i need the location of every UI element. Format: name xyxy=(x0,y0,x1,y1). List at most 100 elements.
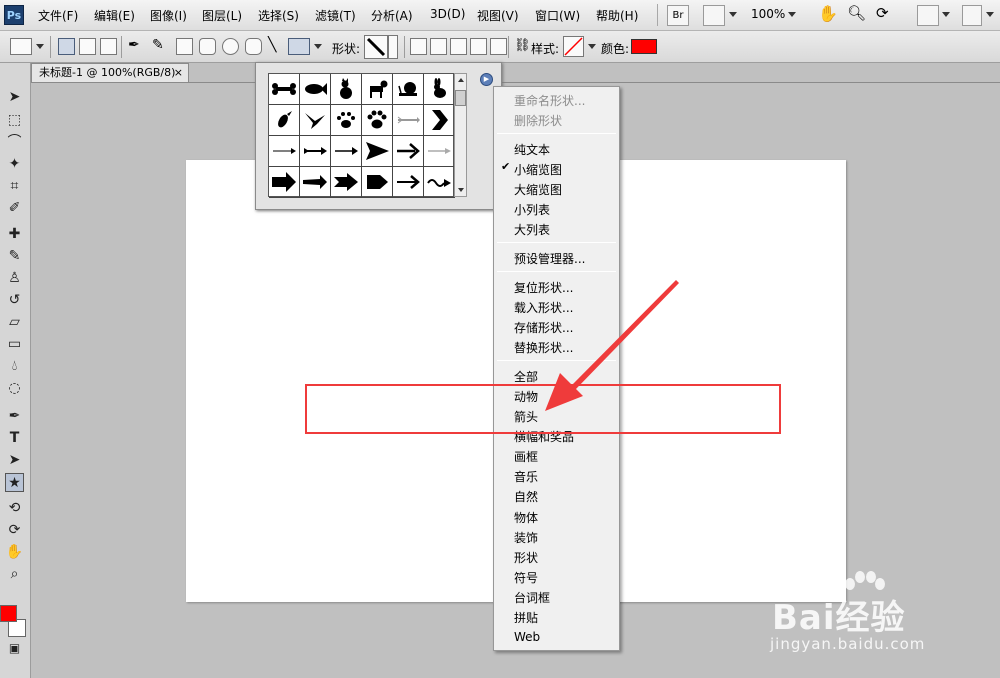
arrow-pentagon-shape[interactable] xyxy=(362,167,393,198)
style-swatch[interactable] xyxy=(563,36,584,57)
clone-stamp-tool-icon[interactable]: ♙ xyxy=(5,269,24,288)
menu-item-large-list[interactable]: 大列表 xyxy=(514,221,550,238)
shape-layers-icon[interactable] xyxy=(58,38,75,55)
subtract-shape-icon[interactable] xyxy=(450,38,467,55)
menu-item-symbols[interactable]: 符号 xyxy=(514,569,538,586)
menu-edit[interactable]: 编辑(E) xyxy=(94,7,135,24)
arrow-line-shape[interactable] xyxy=(331,136,362,167)
exclude-shape-icon[interactable] xyxy=(490,38,507,55)
chevron-down-icon[interactable] xyxy=(36,44,44,49)
brush-tool-icon[interactable]: ✎ xyxy=(5,247,24,266)
marquee-tool-icon[interactable]: ⬚ xyxy=(5,111,24,130)
link-icon[interactable]: ⛓ xyxy=(514,38,531,53)
menu-item-large-thumbnail[interactable]: 大缩览图 xyxy=(514,181,562,198)
close-icon[interactable]: × xyxy=(174,64,183,82)
line-icon[interactable]: ╲ xyxy=(268,37,276,53)
move-tool-icon[interactable]: ➤ xyxy=(5,88,24,107)
bird-shape[interactable] xyxy=(269,105,300,136)
arrow-triangle-shape[interactable] xyxy=(362,136,393,167)
arrow-notched-shape[interactable] xyxy=(331,167,362,198)
fish-shape[interactable] xyxy=(300,74,331,105)
new-shape-layer-icon[interactable] xyxy=(410,38,427,55)
menu-filter[interactable]: 滤镜(T) xyxy=(315,7,356,24)
paw-print-shape[interactable] xyxy=(331,105,362,136)
menu-select[interactable]: 选择(S) xyxy=(258,7,299,24)
arrow-thin-shape[interactable] xyxy=(269,136,300,167)
quick-mask-icon[interactable]: ▣ xyxy=(5,639,24,658)
eraser-tool-icon[interactable]: ▱ xyxy=(5,313,24,332)
foreground-color-swatch[interactable] xyxy=(0,605,17,622)
dog-shape[interactable] xyxy=(362,74,393,105)
arrow-tapered-shape[interactable] xyxy=(300,167,331,198)
arrow-feather-shape[interactable] xyxy=(393,105,424,136)
hand-tool-icon[interactable]: ✋ xyxy=(5,543,24,562)
menu-layer[interactable]: 图层(L) xyxy=(202,7,242,24)
chevron-down-icon[interactable] xyxy=(788,12,796,17)
dove-shape[interactable] xyxy=(300,105,331,136)
zoom-level[interactable]: 100% xyxy=(751,7,785,21)
menu-item-web[interactable]: Web xyxy=(514,630,540,644)
menu-item-ornaments[interactable]: 装饰 xyxy=(514,529,538,546)
intersect-shape-icon[interactable] xyxy=(470,38,487,55)
path-selection-tool-icon[interactable]: ➤ xyxy=(5,451,24,470)
history-brush-tool-icon[interactable]: ↺ xyxy=(5,291,24,310)
paw-print-2-shape[interactable] xyxy=(362,105,393,136)
polygon-icon[interactable] xyxy=(245,38,262,55)
chevron-down-icon[interactable] xyxy=(942,12,950,17)
blur-tool-icon[interactable]: 💧︎ xyxy=(5,357,24,376)
arrow-bold-shape[interactable] xyxy=(393,136,424,167)
menu-item-save-shapes[interactable]: 存储形状... xyxy=(514,319,573,336)
healing-brush-tool-icon[interactable]: ✚ xyxy=(5,225,24,244)
menu-image[interactable]: 图像(I) xyxy=(150,7,187,24)
shape-picker-thumbnail[interactable] xyxy=(364,35,388,59)
arrow-light-shape[interactable] xyxy=(424,136,455,167)
panel-menu-icon[interactable]: ▶ xyxy=(480,73,493,86)
type-tool-icon[interactable]: T xyxy=(5,429,24,448)
arrange-documents-icon[interactable] xyxy=(917,5,939,26)
color-swatch[interactable] xyxy=(631,39,657,54)
zoom-tool-icon[interactable]: ⌕ xyxy=(5,565,24,584)
menu-item-small-list[interactable]: 小列表 xyxy=(514,201,550,218)
menu-help[interactable]: 帮助(H) xyxy=(596,7,638,24)
tool-preset-icon[interactable] xyxy=(10,38,32,55)
scrollbar-thumb[interactable] xyxy=(455,90,466,106)
scroll-up-icon[interactable] xyxy=(458,78,464,82)
cat-shape[interactable] xyxy=(331,74,362,105)
freeform-pen-icon[interactable]: ✎ xyxy=(152,37,164,53)
menu-item-load-shapes[interactable]: 载入形状... xyxy=(514,299,573,316)
3d-orbit-tool-icon[interactable]: ⟳ xyxy=(5,521,24,540)
screen-mode-icon[interactable] xyxy=(962,5,982,26)
menu-item-preset-manager[interactable]: 预设管理器... xyxy=(514,250,585,267)
menu-item-music[interactable]: 音乐 xyxy=(514,468,538,485)
menu-3d[interactable]: 3D(D) xyxy=(430,7,465,21)
menu-view[interactable]: 视图(V) xyxy=(477,7,519,24)
pen-icon[interactable]: ✒ xyxy=(128,37,140,53)
view-extras-icon[interactable] xyxy=(703,5,725,26)
lasso-tool-icon[interactable]: ⌒ xyxy=(5,133,24,152)
menu-item-shapes[interactable]: 形状 xyxy=(514,549,538,566)
rounded-rectangle-icon[interactable] xyxy=(199,38,216,55)
add-to-shape-icon[interactable] xyxy=(430,38,447,55)
menu-analysis[interactable]: 分析(A) xyxy=(371,7,413,24)
3d-rotate-tool-icon[interactable]: ⟲ xyxy=(5,499,24,518)
chevron-arrow-shape[interactable] xyxy=(424,105,455,136)
shape-picker-dropdown[interactable] xyxy=(388,35,398,59)
arrow-curved-shape[interactable] xyxy=(393,167,424,198)
crop-tool-icon[interactable]: ⌗ xyxy=(5,177,24,196)
custom-shape-icon[interactable] xyxy=(288,38,310,55)
menu-item-objects[interactable]: 物体 xyxy=(514,509,538,526)
arrow-block-shape[interactable] xyxy=(269,167,300,198)
bridge-button[interactable]: Br xyxy=(667,5,689,26)
menu-item-small-thumbnail[interactable]: 小缩览图 xyxy=(514,161,562,178)
menu-window[interactable]: 窗口(W) xyxy=(535,7,580,24)
scroll-down-icon[interactable] xyxy=(458,188,464,192)
menu-item-all[interactable]: 全部 xyxy=(514,368,538,385)
bone-shape[interactable] xyxy=(269,74,300,105)
menu-item-talk-bubbles[interactable]: 台词框 xyxy=(514,589,550,606)
arrow-wavy-shape[interactable] xyxy=(424,167,455,198)
arrow-fletched-shape[interactable] xyxy=(300,136,331,167)
menu-item-nature[interactable]: 自然 xyxy=(514,488,538,505)
menu-item-frames[interactable]: 画框 xyxy=(514,448,538,465)
gradient-tool-icon[interactable]: ▭ xyxy=(5,335,24,354)
paths-icon[interactable] xyxy=(79,38,96,55)
